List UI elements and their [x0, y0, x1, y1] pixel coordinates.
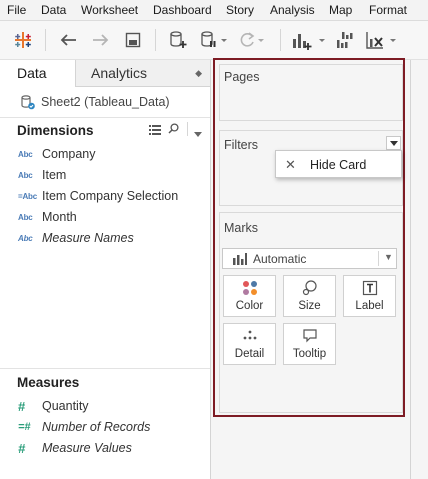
label-icon	[344, 280, 395, 296]
menu-bar: File Data Worksheet Dashboard Story Anal…	[0, 0, 428, 21]
chevron-updown-icon[interactable]: ◆	[195, 68, 202, 79]
mark-type-dropdown[interactable]: Automatic ▼	[222, 248, 397, 269]
field-label: Quantity	[42, 399, 89, 413]
measure-field[interactable]: # Measure Values	[18, 440, 132, 456]
calculated-string-icon: =Abc	[18, 191, 37, 201]
label-button[interactable]: Label	[343, 275, 396, 317]
mark-type-value: Automatic	[253, 252, 307, 266]
menu-format[interactable]: Format	[369, 3, 407, 17]
filters-card-menu-button[interactable]	[386, 136, 401, 150]
search-icon[interactable]	[168, 123, 179, 137]
menu-map[interactable]: Map	[329, 3, 352, 17]
dimension-field[interactable]: Abc Measure Names	[18, 230, 134, 246]
detail-icon	[224, 328, 275, 344]
refresh-icon[interactable]	[236, 27, 266, 53]
field-label: Month	[42, 210, 77, 224]
calculated-number-icon: =#	[18, 421, 31, 433]
tableau-logo-icon[interactable]	[12, 27, 34, 53]
tab-data-label: Data	[17, 65, 47, 81]
pages-title: Pages	[224, 70, 260, 84]
size-icon	[284, 280, 335, 296]
hide-card-menu-item[interactable]: Hide Card	[310, 158, 366, 172]
field-label: Company	[42, 147, 96, 161]
marks-title: Marks	[224, 221, 259, 235]
close-icon: ✕	[285, 157, 296, 172]
redo-icon[interactable]	[90, 27, 112, 53]
string-type-icon: Abc	[18, 212, 33, 222]
data-pane: Data Analytics ◆ Sheet2 (Tableau_Data) D…	[0, 60, 211, 479]
divider	[0, 117, 210, 118]
pages-card[interactable]: Pages	[219, 64, 403, 121]
color-icon	[224, 280, 275, 296]
tooltip-button[interactable]: Tooltip	[283, 323, 336, 365]
toolbar	[0, 21, 428, 60]
divider	[378, 251, 379, 266]
undo-icon[interactable]	[57, 27, 79, 53]
chevron-down-icon	[389, 140, 398, 146]
filters-title: Filters	[224, 138, 259, 152]
string-type-icon: Abc	[18, 170, 33, 180]
color-button[interactable]: Color	[223, 275, 276, 317]
tab-analytics-label: Analytics	[91, 65, 148, 81]
dimension-field[interactable]: =Abc Item Company Selection	[18, 188, 178, 204]
dimension-field[interactable]: Abc Company	[18, 146, 96, 162]
menu-dashboard[interactable]: Dashboard	[153, 3, 212, 17]
dimension-field[interactable]: Abc Item	[18, 167, 66, 183]
field-label: Measure Names	[42, 231, 134, 245]
divider	[187, 122, 188, 136]
new-data-source-icon[interactable]	[166, 27, 190, 53]
tab-data[interactable]: Data	[0, 60, 75, 87]
bar-chart-icon	[233, 253, 247, 265]
new-worksheet-icon[interactable]	[290, 27, 328, 53]
field-label: Measure Values	[42, 441, 132, 455]
chevron-down-icon: ▼	[384, 252, 393, 262]
measure-field[interactable]: =# Number of Records	[18, 419, 150, 435]
tab-analytics[interactable]: Analytics ◆	[75, 60, 210, 87]
save-icon[interactable]	[122, 27, 144, 53]
tooltip-icon	[284, 328, 335, 344]
dimensions-heading: Dimensions	[17, 123, 94, 138]
card-context-menu: ✕ Hide Card	[275, 150, 402, 178]
menu-worksheet[interactable]: Worksheet	[81, 3, 138, 17]
string-type-icon: Abc	[18, 149, 33, 159]
menu-file[interactable]: File	[7, 3, 26, 17]
datasource-icon	[21, 95, 35, 110]
datasource-item[interactable]: Sheet2 (Tableau_Data)	[20, 94, 170, 110]
size-label: Size	[298, 300, 321, 312]
divider	[0, 368, 210, 369]
duplicate-sheet-icon[interactable]	[333, 27, 357, 53]
clear-sheet-icon[interactable]	[364, 27, 398, 53]
toolbar-separator	[45, 29, 46, 51]
color-label: Color	[235, 300, 264, 312]
detail-button[interactable]: Detail	[223, 323, 276, 365]
number-type-icon: #	[18, 440, 26, 456]
divider	[410, 60, 411, 479]
toolbar-separator	[155, 29, 156, 51]
string-type-icon: Abc	[18, 233, 33, 243]
dimensions-menu-icon[interactable]	[194, 126, 202, 140]
menu-story[interactable]: Story	[226, 3, 254, 17]
number-type-icon: #	[18, 398, 26, 414]
field-label: Item	[42, 168, 67, 182]
toolbar-separator	[280, 29, 281, 51]
menu-analysis[interactable]: Analysis	[270, 3, 315, 17]
field-label: Item Company Selection	[42, 189, 179, 203]
label-label: Label	[355, 300, 384, 312]
dimension-field[interactable]: Abc Month	[18, 209, 77, 225]
measure-field[interactable]: # Quantity	[18, 398, 89, 414]
pause-updates-icon[interactable]	[198, 27, 228, 53]
measures-heading: Measures	[17, 375, 80, 390]
detail-label: Detail	[234, 348, 265, 360]
tooltip-label: Tooltip	[292, 348, 327, 360]
size-button[interactable]: Size	[283, 275, 336, 317]
datasource-name: Sheet2 (Tableau_Data)	[41, 95, 170, 109]
menu-data[interactable]: Data	[41, 3, 66, 17]
field-label: Number of Records	[42, 420, 151, 434]
list-view-icon[interactable]	[149, 124, 161, 138]
